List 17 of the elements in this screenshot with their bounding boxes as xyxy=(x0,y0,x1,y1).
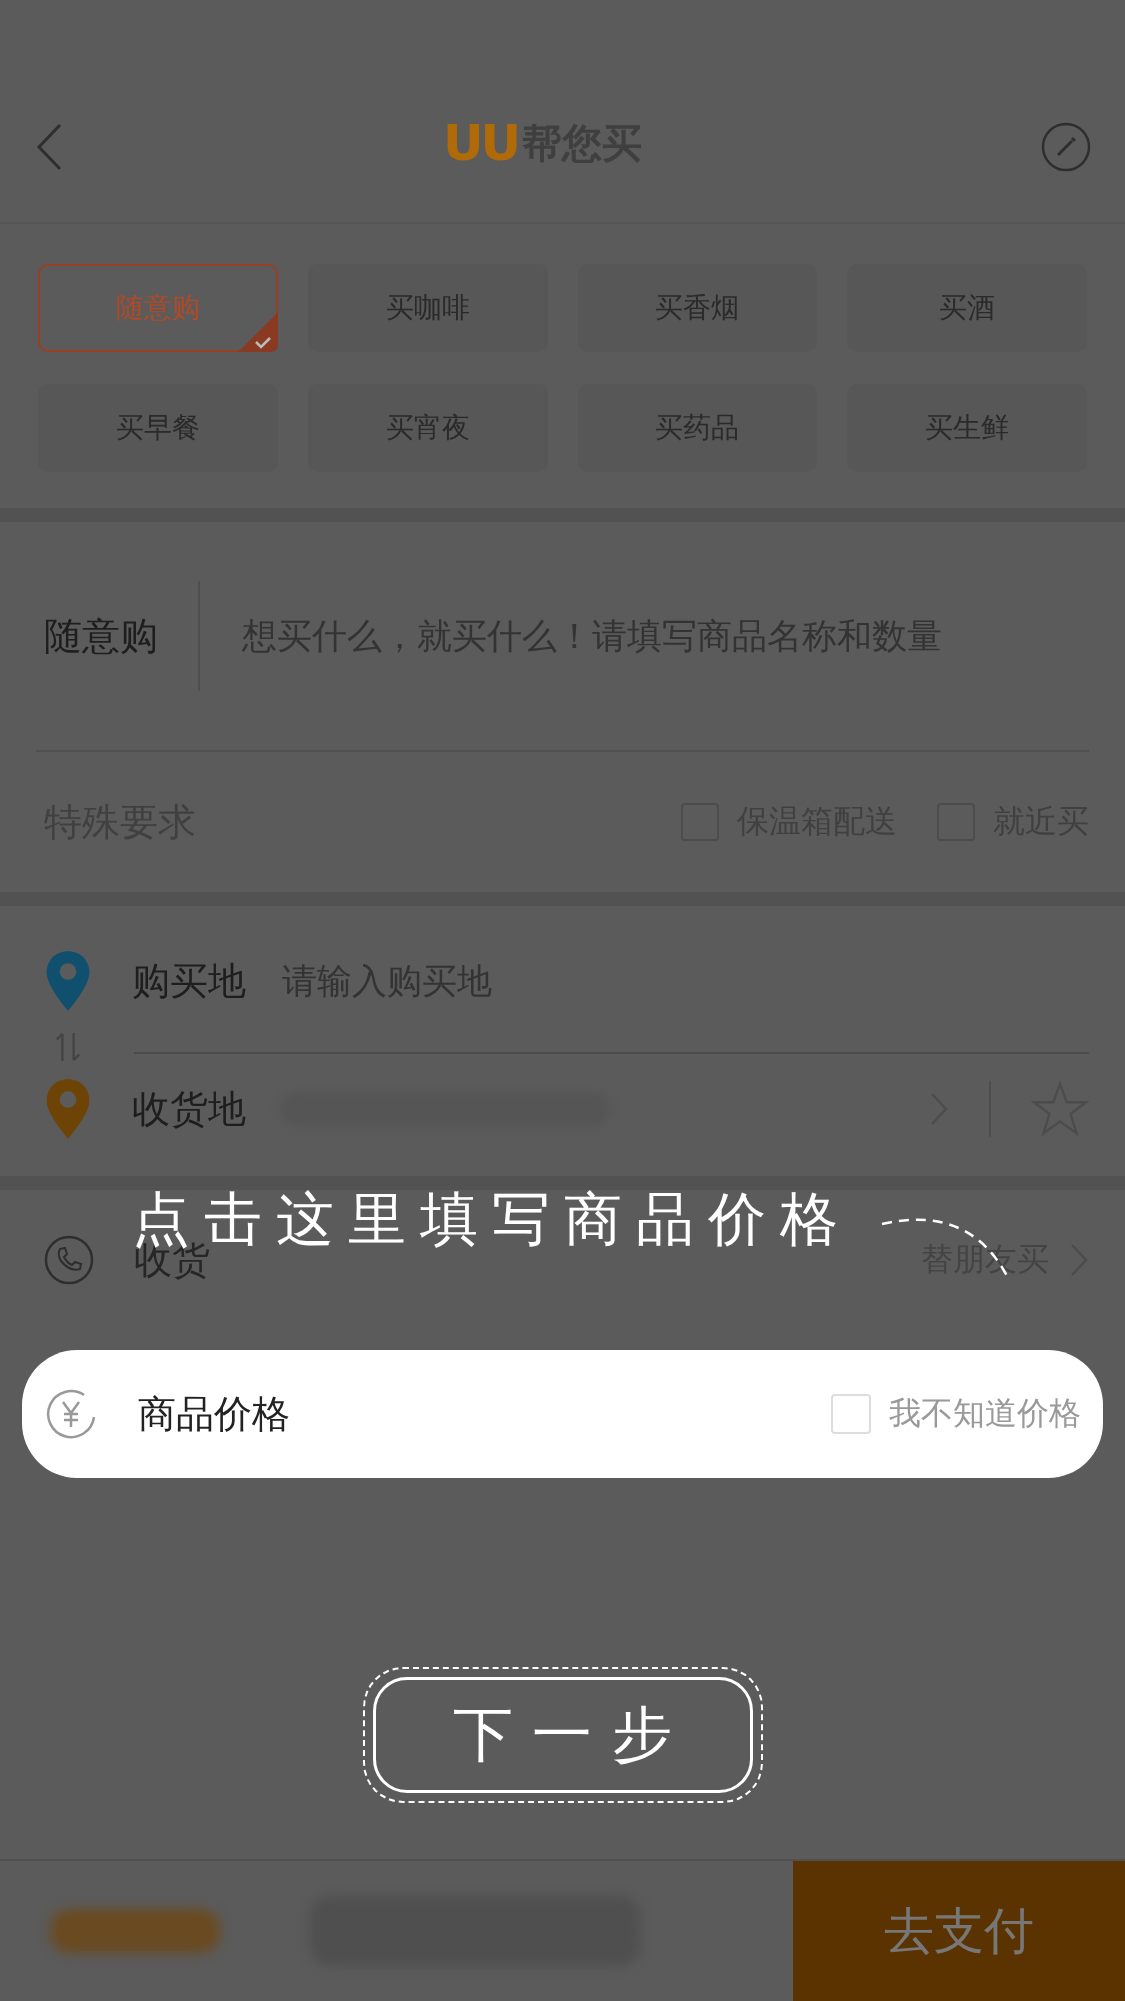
purchase-place-label: 购买地 xyxy=(132,957,246,1005)
yen-icon xyxy=(44,1387,98,1441)
unknown-price-label: 我不知道价格 xyxy=(889,1393,1081,1434)
price-label: 商品价格 xyxy=(138,1390,291,1438)
order-label: 随意购 xyxy=(44,581,200,691)
next-step-button[interactable]: 下 一 步 xyxy=(372,1677,753,1793)
edit-icon[interactable] xyxy=(1041,122,1091,172)
logo-mark: UU xyxy=(442,114,519,172)
delivery-place-label: 收货地 xyxy=(132,1085,246,1133)
location-pin-icon xyxy=(44,949,92,1013)
pay-button[interactable]: 去支付 xyxy=(793,1861,1125,2001)
location-pin-icon xyxy=(44,1077,92,1141)
check-corner-icon xyxy=(237,312,278,352)
phone-icon xyxy=(44,1235,94,1285)
price-row[interactable]: 商品价格 我不知道价格 xyxy=(22,1350,1103,1478)
back-icon[interactable] xyxy=(34,122,64,172)
category-tab[interactable]: 随意购 xyxy=(38,264,278,352)
